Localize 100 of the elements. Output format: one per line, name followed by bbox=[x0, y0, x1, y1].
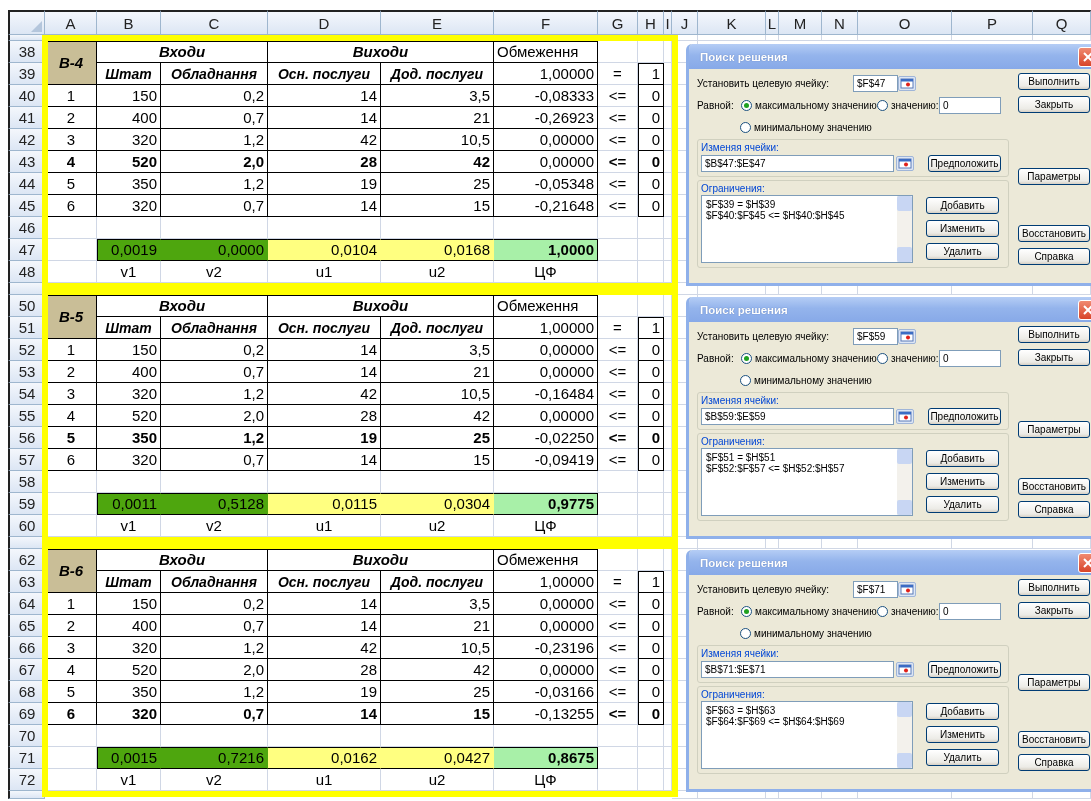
dialog-button[interactable]: Закрыть bbox=[1018, 96, 1090, 113]
column-header[interactable]: G bbox=[598, 10, 638, 35]
constraints-list[interactable]: $F$63 = $H$63 $F$64:$F$69 <= $H$64:$H$69 bbox=[701, 701, 913, 769]
field-label: Установить целевую ячейку: bbox=[697, 583, 830, 595]
header-cell: Осн. послуги bbox=[268, 317, 381, 339]
range-field[interactable]: $B$59:$E$59 bbox=[701, 407, 894, 425]
column-header[interactable]: M bbox=[779, 10, 822, 35]
header-cell: Входи bbox=[97, 295, 268, 317]
cell-reference-field[interactable]: $F$47 bbox=[853, 74, 898, 92]
constraint-button[interactable]: Изменить bbox=[926, 220, 999, 237]
value-field[interactable]: 0 bbox=[939, 96, 1001, 114]
header-cell: Виходи bbox=[268, 295, 494, 317]
field-label: Равной: bbox=[697, 352, 735, 364]
field-label: Равной: bbox=[697, 605, 735, 617]
dialog-button[interactable]: Восстановить bbox=[1018, 478, 1090, 495]
column-header[interactable]: J bbox=[672, 10, 698, 35]
radio-option[interactable]: максимальному значению bbox=[741, 605, 877, 617]
dialog-button[interactable]: Параметры bbox=[1018, 674, 1090, 691]
field-label: Установить целевую ячейку: bbox=[697, 330, 830, 342]
group-label: Изменяя ячейки: bbox=[701, 141, 780, 154]
constraints-list[interactable]: $F$51 = $H$51 $F$52:$F$57 <= $H$52:$H$57 bbox=[701, 448, 913, 516]
header-cell: Дод. послуги bbox=[381, 63, 494, 85]
guess-button[interactable]: Предположить bbox=[928, 154, 1001, 172]
header-cell: Осн. послуги bbox=[268, 571, 381, 593]
radio-option[interactable]: значению: bbox=[877, 352, 939, 364]
dialog-button[interactable]: Закрыть bbox=[1018, 602, 1090, 619]
header-cell: Дод. послуги bbox=[381, 571, 494, 593]
dialog-button[interactable]: Восстановить bbox=[1018, 225, 1090, 242]
dialog-button[interactable]: Закрыть bbox=[1018, 349, 1090, 366]
column-header[interactable]: B bbox=[97, 10, 161, 35]
constraints-list[interactable]: $F$39 = $H$39 $F$40:$F$45 <= $H$40:$H$45 bbox=[701, 195, 913, 263]
group-label: Ограничения: bbox=[701, 182, 766, 195]
row-label: B-4 bbox=[45, 41, 97, 85]
radio-option[interactable]: максимальному значению bbox=[741, 99, 877, 111]
constraint-button[interactable]: Удалить bbox=[926, 496, 999, 513]
guess-button[interactable]: Предположить bbox=[928, 660, 1001, 678]
list-item[interactable]: $F$52:$F$57 <= $H$52:$H$57 bbox=[706, 463, 893, 474]
constraint-button[interactable]: Добавить bbox=[926, 450, 999, 467]
column-header[interactable]: A bbox=[45, 10, 97, 35]
constraint-button[interactable]: Удалить bbox=[926, 749, 999, 766]
dialog-button[interactable]: Параметры bbox=[1018, 421, 1090, 438]
dialog-title: Поиск решения bbox=[700, 50, 788, 63]
column-header[interactable]: D bbox=[268, 10, 381, 35]
header-cell: Обладнання bbox=[161, 571, 268, 593]
radio-option[interactable]: максимальному значению bbox=[741, 352, 877, 364]
list-item[interactable]: $F$40:$F$45 <= $H$40:$H$45 bbox=[706, 210, 893, 221]
field-label: Равной: bbox=[697, 99, 735, 111]
group-label: Изменяя ячейки: bbox=[701, 647, 780, 660]
dialog-title: Поиск решения bbox=[700, 556, 788, 569]
cell-reference-field[interactable]: $F$59 bbox=[853, 327, 898, 345]
header-cell: Входи bbox=[97, 41, 268, 63]
column-header[interactable]: E bbox=[381, 10, 494, 35]
dialog-button[interactable]: Параметры bbox=[1018, 168, 1090, 185]
dialog-button[interactable]: Справка bbox=[1018, 754, 1090, 771]
column-header[interactable]: O bbox=[858, 10, 952, 35]
dialog-button[interactable]: Выполнить bbox=[1018, 326, 1090, 343]
header-cell: Штат bbox=[97, 63, 161, 85]
radio-option[interactable]: минимальному значению bbox=[740, 121, 872, 133]
range-field[interactable]: $B$71:$E$71 bbox=[701, 660, 894, 678]
dialog-title: Поиск решения bbox=[700, 303, 788, 316]
list-item[interactable]: $F$64:$F$69 <= $H$64:$H$69 bbox=[706, 716, 893, 727]
column-header[interactable]: Q bbox=[1033, 10, 1091, 35]
group-label: Ограничения: bbox=[701, 688, 766, 701]
header-cell: Штат bbox=[97, 571, 161, 593]
range-field[interactable]: $B$47:$E$47 bbox=[701, 154, 894, 172]
value-field[interactable]: 0 bbox=[939, 349, 1001, 367]
group-label: Изменяя ячейки: bbox=[701, 394, 780, 407]
header-cell: Виходи bbox=[268, 549, 494, 571]
header-cell: Дод. послуги bbox=[381, 317, 494, 339]
radio-option[interactable]: минимальному значению bbox=[740, 627, 872, 639]
list-item[interactable]: $F$39 = $H$39 bbox=[706, 199, 893, 210]
constraint-button[interactable]: Удалить bbox=[926, 243, 999, 260]
constraint-button[interactable]: Изменить bbox=[926, 726, 999, 743]
dialog-button[interactable]: Справка bbox=[1018, 501, 1090, 518]
column-header[interactable]: F bbox=[494, 10, 598, 35]
column-header[interactable]: C bbox=[161, 10, 268, 35]
list-item[interactable]: $F$51 = $H$51 bbox=[706, 452, 893, 463]
dialog-button[interactable]: Справка bbox=[1018, 248, 1090, 265]
header-cell: Виходи bbox=[268, 41, 494, 63]
constraint-button[interactable]: Добавить bbox=[926, 703, 999, 720]
column-header[interactable]: K bbox=[698, 10, 766, 35]
guess-button[interactable]: Предположить bbox=[928, 407, 1001, 425]
radio-option[interactable]: значению: bbox=[877, 605, 939, 617]
constraint-button[interactable]: Добавить bbox=[926, 197, 999, 214]
dialog-button[interactable]: Выполнить bbox=[1018, 579, 1090, 596]
column-header[interactable]: N bbox=[822, 10, 858, 35]
header-cell: Обмеження bbox=[494, 295, 598, 317]
dialog-button[interactable]: Выполнить bbox=[1018, 73, 1090, 90]
dialog-button[interactable]: Восстановить bbox=[1018, 731, 1090, 748]
radio-option[interactable]: значению: bbox=[877, 99, 939, 111]
constraint-button[interactable]: Изменить bbox=[926, 473, 999, 490]
column-header[interactable]: H bbox=[638, 10, 664, 35]
list-item[interactable]: $F$63 = $H$63 bbox=[706, 705, 893, 716]
header-cell: Штат bbox=[97, 317, 161, 339]
radio-option[interactable]: минимальному значению bbox=[740, 374, 872, 386]
column-header[interactable]: P bbox=[952, 10, 1033, 35]
value-field[interactable]: 0 bbox=[939, 602, 1001, 620]
row-label: B-5 bbox=[45, 295, 97, 339]
column-header[interactable]: L bbox=[766, 10, 779, 35]
cell-reference-field[interactable]: $F$71 bbox=[853, 580, 898, 598]
